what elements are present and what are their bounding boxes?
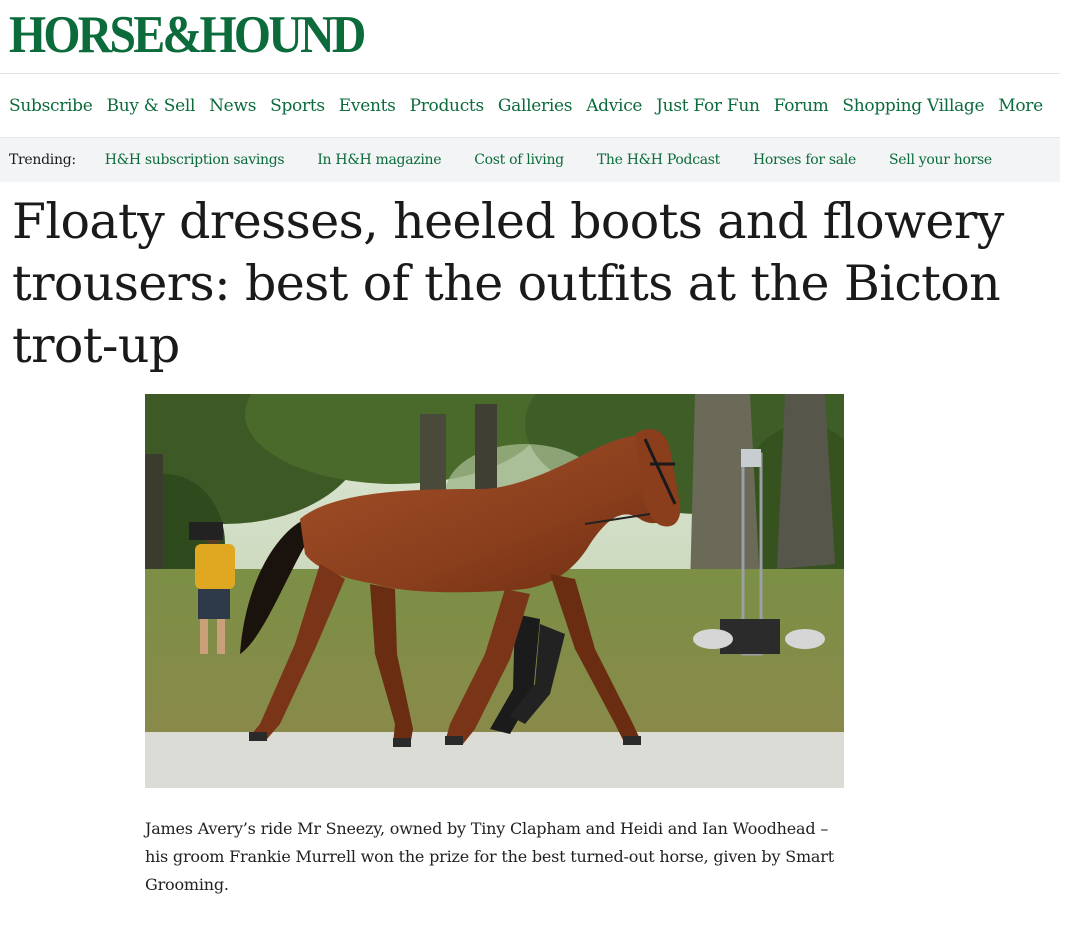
- nav-subscribe[interactable]: Subscribe: [9, 96, 93, 116]
- main-nav: Subscribe Buy & Sell News Sports Events …: [0, 74, 1060, 137]
- nav-events[interactable]: Events: [339, 96, 396, 116]
- trending-link[interactable]: Sell your horse: [889, 152, 992, 168]
- trending-link[interactable]: H&H subscription savings: [105, 152, 285, 168]
- trending-link[interactable]: Cost of living: [474, 152, 564, 168]
- article-photo: [145, 394, 844, 788]
- nav-sports[interactable]: Sports: [270, 96, 325, 116]
- nav-galleries[interactable]: Galleries: [498, 96, 573, 116]
- horse-trot-up-image: [145, 394, 844, 788]
- article-headline: Floaty dresses, heeled boots and flowery…: [12, 193, 1004, 374]
- photo-caption: James Avery’s ride Mr Sneezy, owned by T…: [145, 819, 834, 894]
- site-logo[interactable]: HORSE&HOUND: [9, 6, 366, 64]
- nav-buy-sell[interactable]: Buy & Sell: [107, 96, 196, 116]
- trending-link[interactable]: Horses for sale: [753, 152, 856, 168]
- nav-advice[interactable]: Advice: [586, 96, 642, 116]
- trending-link[interactable]: The H&H Podcast: [597, 152, 720, 168]
- nav-forum[interactable]: Forum: [774, 96, 829, 116]
- nav-news[interactable]: News: [209, 96, 256, 116]
- trending-label: Trending:: [9, 152, 76, 168]
- trending-bar: Trending: H&H subscription savings In H&…: [0, 137, 1060, 182]
- nav-products[interactable]: Products: [410, 96, 485, 116]
- nav-shopping-village[interactable]: Shopping Village: [842, 96, 984, 116]
- nav-more[interactable]: More: [998, 96, 1043, 116]
- nav-just-for-fun[interactable]: Just For Fun: [656, 96, 760, 116]
- trending-link[interactable]: In H&H magazine: [317, 152, 441, 168]
